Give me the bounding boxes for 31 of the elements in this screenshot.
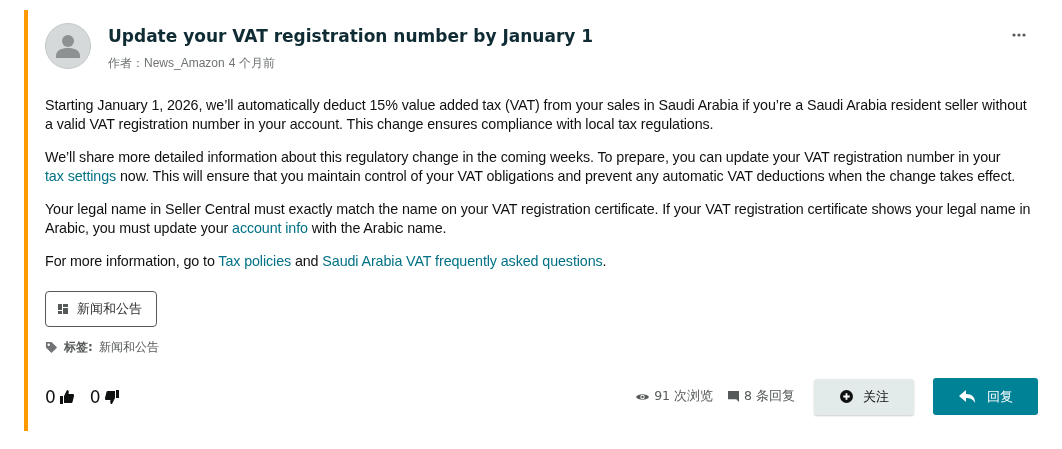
paragraph: Your legal name in Seller Central must exactly match the name on your VAT registration certificate. If your VAT registration certificate shows your legal name in Arabic, you must update your account info with the Arabic name.: [45, 200, 1032, 238]
plus-circle-icon: [839, 390, 853, 403]
author-label: 作者：: [108, 56, 144, 70]
tag-icon: [45, 341, 58, 354]
paragraph: For more information, go to Tax policies and Saudi Arabia VAT frequently asked questions.: [45, 252, 608, 271]
post-time: 4 个月前: [228, 56, 275, 70]
link[interactable]: Saudi Arabia VAT frequently asked questions: [322, 253, 603, 269]
reply-button[interactable]: 回复: [933, 378, 1038, 415]
category-button[interactable]: 新闻和公告: [45, 291, 157, 327]
follow-button[interactable]: 关注: [814, 378, 914, 415]
link[interactable]: account info: [232, 220, 308, 236]
comment-icon: [728, 391, 740, 402]
paragraph: Starting January 1, 2026, we’ll automatically deduct 15% value added tax (VAT) from your sales in Saudi Arabia if you’re a Saudi Arabia resident seller without a valid VAT registration number in your account. This change ensures compliance with local tax regulations.: [45, 96, 1028, 134]
more-icon[interactable]: [1012, 33, 1026, 37]
tags-label: 标签:: [64, 339, 93, 356]
link[interactable]: Tax policies: [218, 253, 292, 269]
eye-icon: [636, 391, 650, 402]
reply-arrow-icon: [958, 389, 975, 404]
view-count: 91 次浏览: [654, 388, 714, 405]
downvote-count: 0: [89, 386, 101, 407]
author-link[interactable]: News_Amazon: [144, 56, 225, 70]
tag-link[interactable]: 新闻和公告: [98, 339, 159, 356]
paragraph: We’ll share more detailed information about this regulatory change in the coming weeks. To prepare, you can update your VAT registration number in your tax settings now. This will ensure that you maintain control of your VAT obligations and prevent any automatic VAT deductions when the change takes effect.: [45, 148, 1017, 186]
link[interactable]: tax settings: [45, 168, 117, 184]
thumbs-up-icon[interactable]: [59, 389, 74, 404]
avatar-icon: [45, 23, 91, 69]
post-title: Update your VAT registration number by January 1: [108, 26, 595, 46]
reply-count: 8 条回复: [744, 388, 795, 405]
thumbs-down-icon[interactable]: [104, 389, 119, 404]
grid-icon: [58, 304, 68, 314]
upvote-count: 0: [45, 386, 56, 407]
